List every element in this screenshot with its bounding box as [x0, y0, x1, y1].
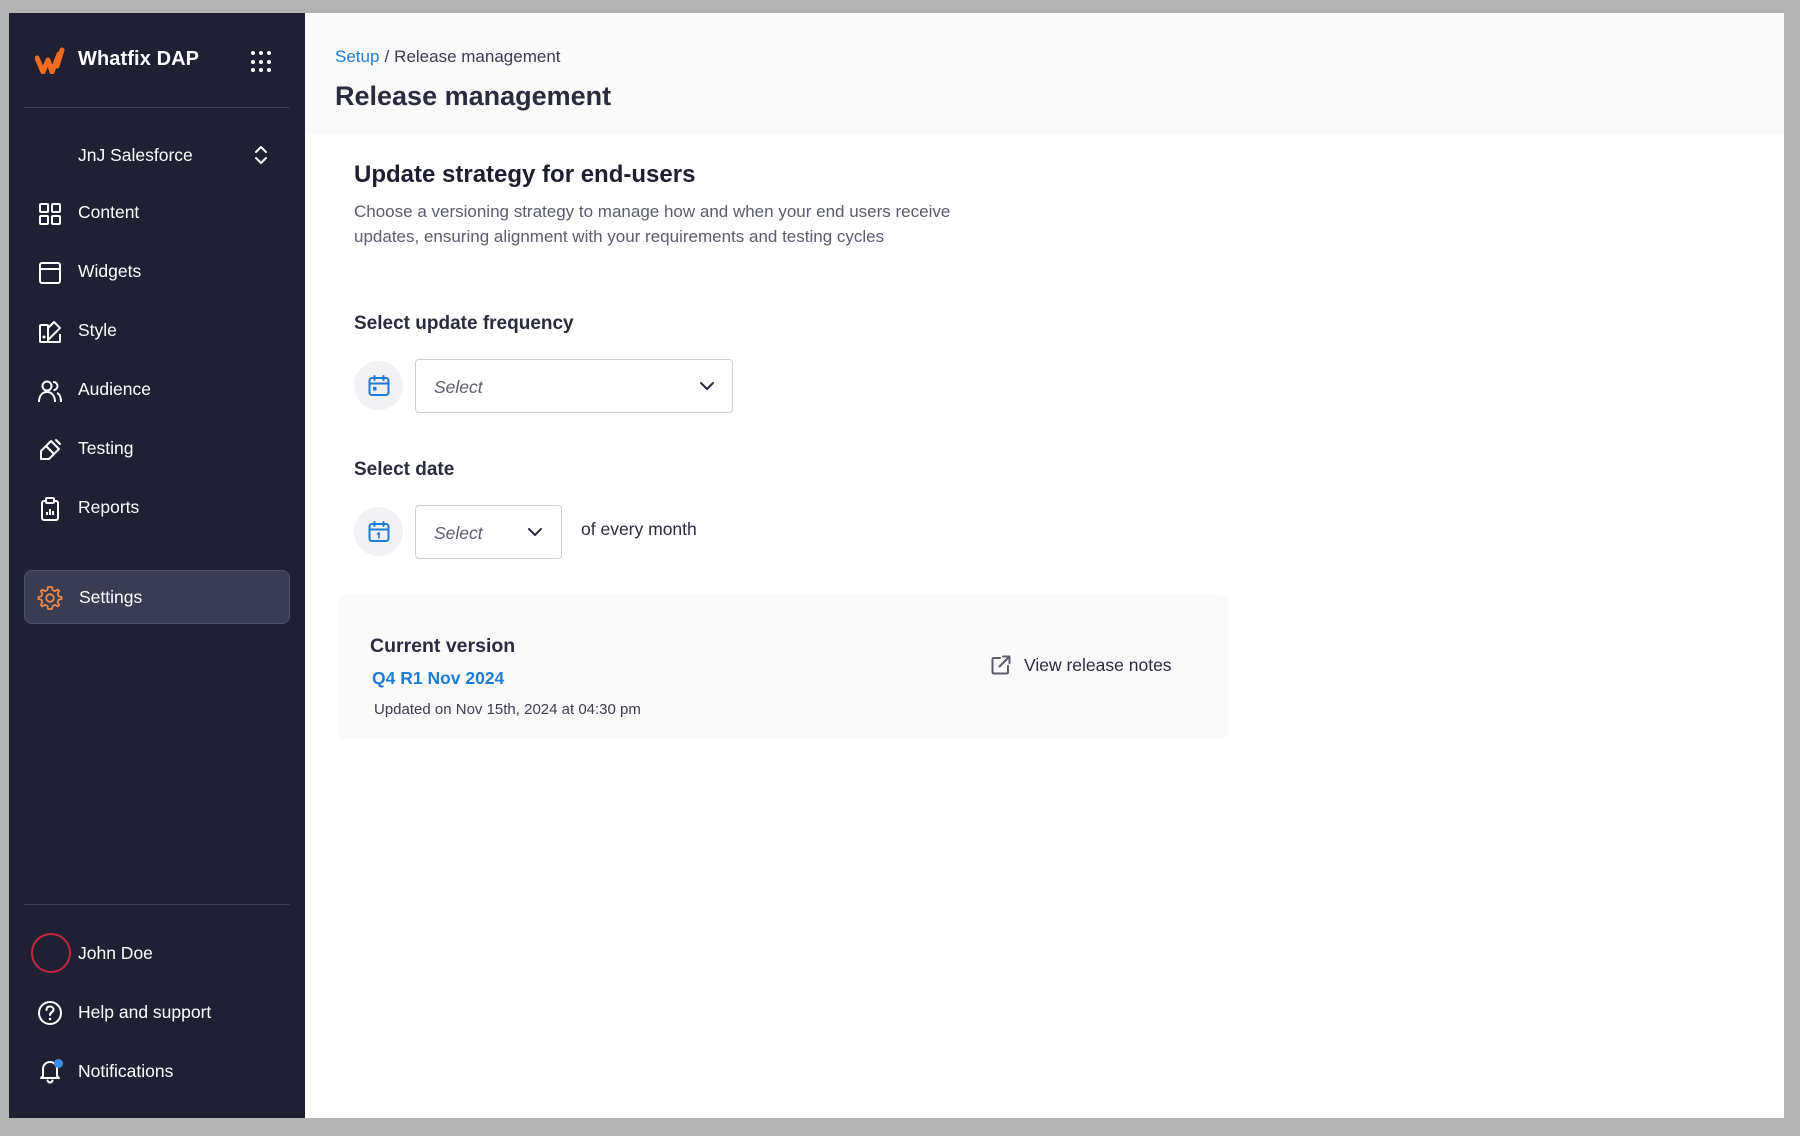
sidebar-item-testing[interactable]: Testing — [24, 422, 290, 476]
whatfix-logo-icon — [35, 47, 65, 74]
chevron-up-down-icon[interactable] — [253, 143, 269, 167]
strategy-title: Update strategy for end-users — [354, 161, 696, 188]
widget-icon — [39, 262, 61, 284]
sidebar-divider — [24, 107, 290, 108]
current-version-card: Current version Q4 R1 Nov 2024 Updated o… — [338, 595, 1228, 739]
sidebar-item-label: Audience — [78, 379, 151, 399]
breadcrumb-separator: / — [384, 47, 390, 66]
calendar-icon — [368, 374, 389, 396]
breadcrumb: Setup / Release management — [335, 47, 561, 67]
brand-header: Whatfix DAP — [9, 13, 305, 107]
apps-grid-icon[interactable] — [251, 51, 273, 73]
strategy-description: Choose a versioning strategy to manage h… — [354, 199, 1034, 249]
view-release-notes-label: View release notes — [1024, 654, 1172, 675]
view-release-notes-button[interactable]: View release notes — [990, 652, 1172, 678]
frequency-select-value: Select — [434, 377, 483, 397]
account-name[interactable]: JnJ Salesforce — [78, 145, 193, 166]
version-updated-timestamp: Updated on Nov 15th, 2024 at 04:30 pm — [374, 701, 641, 718]
sidebar-item-label: Testing — [78, 438, 134, 458]
breadcrumb-current: Release management — [394, 47, 561, 66]
date-calendar-badge — [354, 507, 403, 556]
date-select-value: Select — [434, 523, 483, 543]
chevron-down-icon — [528, 528, 542, 536]
users-icon — [38, 380, 62, 403]
chevron-down-icon — [700, 382, 714, 390]
date-select[interactable]: Select — [415, 505, 562, 559]
sidebar-item-audience[interactable]: Audience — [24, 363, 290, 417]
clipboard-icon — [41, 497, 59, 521]
notifications-link[interactable]: Notifications — [78, 1061, 173, 1082]
frequency-calendar-badge — [354, 361, 403, 410]
breadcrumb-setup-link[interactable]: Setup — [335, 47, 379, 66]
grid-icon — [39, 203, 61, 225]
brand-name: Whatfix DAP — [78, 48, 200, 70]
sidebar-item-label: Widgets — [78, 261, 142, 281]
page-header: Setup / Release management Release managem… — [305, 13, 1784, 135]
sidebar-item-label: Reports — [78, 497, 140, 517]
sidebar-item-content[interactable]: Content — [24, 186, 290, 240]
external-link-icon — [991, 655, 1011, 675]
app-window: Whatfix DAP JnJ Salesforce Content Widge… — [9, 13, 1784, 1118]
sidebar-item-label: Content — [78, 202, 140, 222]
current-version-link[interactable]: Q4 R1 Nov 2024 — [372, 668, 504, 689]
sidebar-item-widgets[interactable]: Widgets — [24, 245, 290, 299]
date-label: Select date — [354, 459, 455, 480]
sidebar: Whatfix DAP JnJ Salesforce Content Widge… — [9, 13, 305, 1118]
sidebar-item-settings[interactable]: Settings — [24, 570, 290, 624]
strategy-description-line: Choose a versioning strategy to manage h… — [354, 202, 951, 221]
help-icon[interactable] — [37, 1000, 63, 1026]
sidebar-item-reports[interactable]: Reports — [24, 481, 290, 535]
brush-icon — [40, 439, 61, 460]
frequency-label: Select update frequency — [354, 313, 574, 334]
sidebar-divider — [24, 904, 290, 905]
date-suffix: of every month — [581, 519, 697, 539]
frequency-select[interactable]: Select — [415, 359, 733, 413]
sidebar-item-label: Settings — [79, 587, 143, 607]
page-title: Release management — [335, 81, 612, 111]
avatar[interactable] — [31, 933, 71, 973]
strategy-description-line: updates, ensuring alignment with your re… — [354, 227, 885, 246]
current-version-title: Current version — [370, 635, 516, 657]
calendar-day-icon — [368, 520, 389, 542]
user-name[interactable]: John Doe — [78, 943, 153, 964]
palette-icon — [39, 321, 61, 343]
sidebar-item-label: Style — [78, 320, 117, 340]
sidebar-item-style[interactable]: Style — [24, 304, 290, 358]
gear-icon — [37, 586, 63, 610]
notification-dot — [54, 1059, 63, 1068]
main-content: Setup / Release management Release managem… — [305, 13, 1784, 1118]
help-and-support-link[interactable]: Help and support — [78, 1002, 211, 1023]
